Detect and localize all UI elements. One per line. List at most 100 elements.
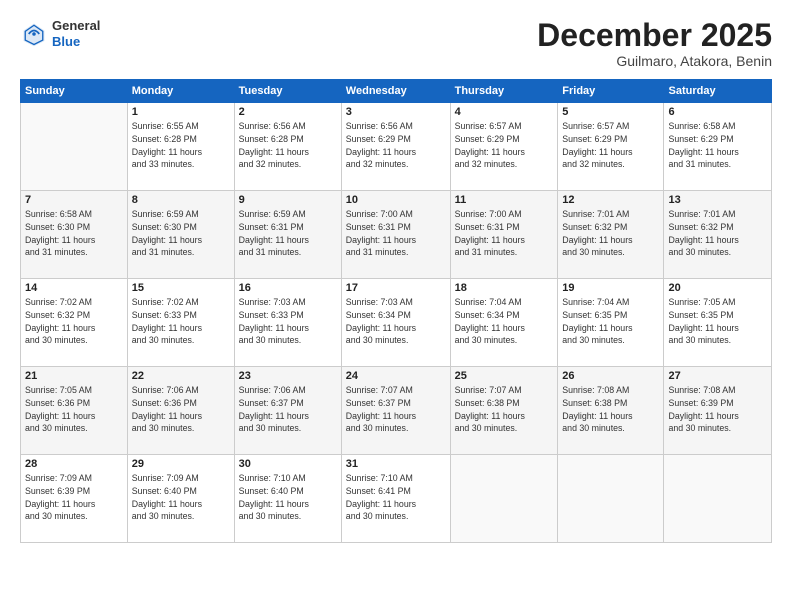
day-info: Sunrise: 7:03 AM Sunset: 6:34 PM Dayligh… (346, 296, 446, 347)
day-number: 9 (239, 194, 337, 206)
calendar-day-cell: 5Sunrise: 6:57 AM Sunset: 6:29 PM Daylig… (558, 103, 664, 191)
calendar-header-cell: Tuesday (234, 80, 341, 103)
day-info: Sunrise: 7:08 AM Sunset: 6:39 PM Dayligh… (668, 384, 767, 435)
day-number: 10 (346, 194, 446, 206)
day-info: Sunrise: 7:09 AM Sunset: 6:40 PM Dayligh… (132, 472, 230, 523)
calendar-day-cell: 6Sunrise: 6:58 AM Sunset: 6:29 PM Daylig… (664, 103, 772, 191)
day-number: 17 (346, 282, 446, 294)
day-info: Sunrise: 7:05 AM Sunset: 6:35 PM Dayligh… (668, 296, 767, 347)
day-info: Sunrise: 7:03 AM Sunset: 6:33 PM Dayligh… (239, 296, 337, 347)
calendar-day-cell: 3Sunrise: 6:56 AM Sunset: 6:29 PM Daylig… (341, 103, 450, 191)
calendar-header-cell: Saturday (664, 80, 772, 103)
day-number: 23 (239, 370, 337, 382)
day-number: 5 (562, 106, 659, 118)
calendar-day-cell: 2 Sunrise: 6:56 AM Sunset: 6:28 PM Daylig… (234, 103, 341, 191)
day-info: Sunrise: 7:04 AM Sunset: 6:34 PM Dayligh… (455, 296, 554, 347)
day-info: Sunrise: 6:55 AM Sunset: 6:28 PM Dayligh… (132, 120, 230, 171)
day-number: 11 (455, 194, 554, 206)
day-number: 14 (25, 282, 123, 294)
calendar-day-cell: 26Sunrise: 7:08 AM Sunset: 6:38 PM Dayli… (558, 367, 664, 455)
day-info: Sunrise: 7:04 AM Sunset: 6:35 PM Dayligh… (562, 296, 659, 347)
day-number: 28 (25, 458, 123, 470)
day-number: 2 (239, 106, 337, 118)
month-title: December 2025 (537, 18, 772, 53)
logo-text: General Blue (52, 18, 100, 49)
calendar-day-cell: 13Sunrise: 7:01 AM Sunset: 6:32 PM Dayli… (664, 191, 772, 279)
calendar-day-cell: 29 Sunrise: 7:09 AM Sunset: 6:40 PM Dayli… (127, 455, 234, 543)
calendar-day-cell (558, 455, 664, 543)
calendar-day-cell: 1 Sunrise: 6:55 AM Sunset: 6:28 PM Daylig… (127, 103, 234, 191)
calendar-day-cell: 30 Sunrise: 7:10 AM Sunset: 6:40 PM Dayli… (234, 455, 341, 543)
day-info: Sunrise: 7:08 AM Sunset: 6:38 PM Dayligh… (562, 384, 659, 435)
calendar-day-cell: 12 Sunrise: 7:01 AM Sunset: 6:32 PM Dayli… (558, 191, 664, 279)
day-info: Sunrise: 6:56 AM Sunset: 6:28 PM Dayligh… (239, 120, 337, 171)
calendar-day-cell (21, 103, 128, 191)
day-info: Sunrise: 7:00 AM Sunset: 6:31 PM Dayligh… (455, 208, 554, 259)
calendar-table: SundayMondayTuesdayWednesdayThursdayFrid… (20, 79, 772, 543)
day-number: 8 (132, 194, 230, 206)
calendar-week-row: 7 Sunrise: 6:58 AM Sunset: 6:30 PM Daylig… (21, 191, 772, 279)
day-info: Sunrise: 7:00 AM Sunset: 6:31 PM Dayligh… (346, 208, 446, 259)
day-info: Sunrise: 7:06 AM Sunset: 6:37 PM Dayligh… (239, 384, 337, 435)
calendar-day-cell: 22Sunrise: 7:06 AM Sunset: 6:36 PM Dayli… (127, 367, 234, 455)
day-number: 20 (668, 282, 767, 294)
calendar-header-cell: Sunday (21, 80, 128, 103)
calendar-day-cell: 15 Sunrise: 7:02 AM Sunset: 6:33 PM Dayli… (127, 279, 234, 367)
logo-icon (20, 20, 48, 48)
day-number: 29 (132, 458, 230, 470)
day-info: Sunrise: 7:02 AM Sunset: 6:32 PM Dayligh… (25, 296, 123, 347)
day-number: 15 (132, 282, 230, 294)
day-number: 21 (25, 370, 123, 382)
page: General Blue December 2025 Guilmaro, Ata… (0, 0, 792, 612)
calendar-day-cell: 8 Sunrise: 6:59 AM Sunset: 6:30 PM Daylig… (127, 191, 234, 279)
day-info: Sunrise: 7:09 AM Sunset: 6:39 PM Dayligh… (25, 472, 123, 523)
day-info: Sunrise: 7:10 AM Sunset: 6:40 PM Dayligh… (239, 472, 337, 523)
calendar-day-cell: 16 Sunrise: 7:03 AM Sunset: 6:33 PM Dayli… (234, 279, 341, 367)
day-number: 7 (25, 194, 123, 206)
day-number: 13 (668, 194, 767, 206)
calendar-day-cell: 7 Sunrise: 6:58 AM Sunset: 6:30 PM Daylig… (21, 191, 128, 279)
day-number: 25 (455, 370, 554, 382)
calendar-header-cell: Friday (558, 80, 664, 103)
calendar-header-cell: Monday (127, 80, 234, 103)
logo: General Blue (20, 18, 100, 49)
calendar-day-cell (450, 455, 558, 543)
calendar-week-row: 14 Sunrise: 7:02 AM Sunset: 6:32 PM Dayli… (21, 279, 772, 367)
calendar-day-cell: 14 Sunrise: 7:02 AM Sunset: 6:32 PM Dayli… (21, 279, 128, 367)
day-number: 16 (239, 282, 337, 294)
calendar-day-cell: 10 Sunrise: 7:00 AM Sunset: 6:31 PM Dayli… (341, 191, 450, 279)
logo-general: General (52, 18, 100, 34)
day-info: Sunrise: 7:10 AM Sunset: 6:41 PM Dayligh… (346, 472, 446, 523)
day-info: Sunrise: 7:01 AM Sunset: 6:32 PM Dayligh… (562, 208, 659, 259)
calendar-header-cell: Wednesday (341, 80, 450, 103)
calendar-day-cell: 23 Sunrise: 7:06 AM Sunset: 6:37 PM Dayli… (234, 367, 341, 455)
day-info: Sunrise: 7:02 AM Sunset: 6:33 PM Dayligh… (132, 296, 230, 347)
calendar-week-row: 21Sunrise: 7:05 AM Sunset: 6:36 PM Dayli… (21, 367, 772, 455)
day-info: Sunrise: 6:58 AM Sunset: 6:29 PM Dayligh… (668, 120, 767, 171)
calendar-day-cell: 25Sunrise: 7:07 AM Sunset: 6:38 PM Dayli… (450, 367, 558, 455)
day-info: Sunrise: 6:58 AM Sunset: 6:30 PM Dayligh… (25, 208, 123, 259)
calendar-header-row: SundayMondayTuesdayWednesdayThursdayFrid… (21, 80, 772, 103)
day-number: 31 (346, 458, 446, 470)
calendar-day-cell: 20 Sunrise: 7:05 AM Sunset: 6:35 PM Dayli… (664, 279, 772, 367)
calendar-week-row: 1 Sunrise: 6:55 AM Sunset: 6:28 PM Daylig… (21, 103, 772, 191)
title-block: December 2025 Guilmaro, Atakora, Benin (537, 18, 772, 69)
calendar-day-cell: 27Sunrise: 7:08 AM Sunset: 6:39 PM Dayli… (664, 367, 772, 455)
calendar-day-cell: 17 Sunrise: 7:03 AM Sunset: 6:34 PM Dayli… (341, 279, 450, 367)
calendar-day-cell: 28 Sunrise: 7:09 AM Sunset: 6:39 PM Dayli… (21, 455, 128, 543)
day-info: Sunrise: 6:59 AM Sunset: 6:30 PM Dayligh… (132, 208, 230, 259)
calendar-day-cell: 24 Sunrise: 7:07 AM Sunset: 6:37 PM Dayli… (341, 367, 450, 455)
day-number: 12 (562, 194, 659, 206)
calendar-day-cell: 19Sunrise: 7:04 AM Sunset: 6:35 PM Dayli… (558, 279, 664, 367)
day-number: 1 (132, 106, 230, 118)
calendar-day-cell: 18Sunrise: 7:04 AM Sunset: 6:34 PM Dayli… (450, 279, 558, 367)
day-info: Sunrise: 7:06 AM Sunset: 6:36 PM Dayligh… (132, 384, 230, 435)
logo-blue: Blue (52, 34, 100, 50)
day-info: Sunrise: 7:07 AM Sunset: 6:37 PM Dayligh… (346, 384, 446, 435)
calendar-body: 1 Sunrise: 6:55 AM Sunset: 6:28 PM Daylig… (21, 103, 772, 543)
day-number: 30 (239, 458, 337, 470)
calendar-header-cell: Thursday (450, 80, 558, 103)
location: Guilmaro, Atakora, Benin (537, 53, 772, 69)
day-number: 4 (455, 106, 554, 118)
day-number: 24 (346, 370, 446, 382)
